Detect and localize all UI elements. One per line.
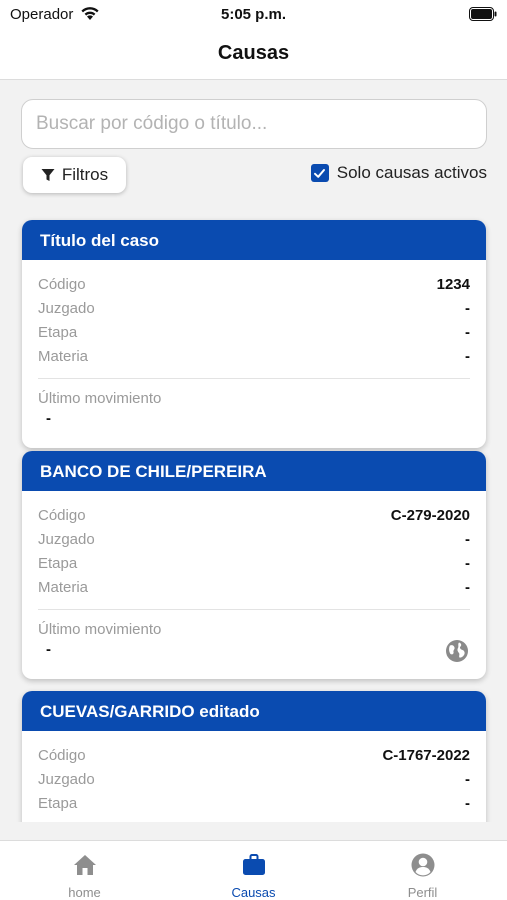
field-row-juzgado: Juzgado - [38,296,470,320]
juzgado-value: - [465,299,470,317]
divider [38,378,470,379]
filters-button[interactable]: Filtros [23,157,126,193]
codigo-label: Código [38,506,86,524]
codigo-value: C-279-2020 [390,506,470,524]
field-row-juzgado: Juzgado - [38,527,470,551]
account-circle-icon [411,853,435,877]
materia-label: Materia [38,578,89,596]
etapa-label: Etapa [38,554,78,572]
etapa-label: Etapa [38,323,78,341]
case-list[interactable]: Título del caso Código 1234 Juzgado - Et… [0,210,507,822]
field-row-materia: Materia - [38,344,470,368]
search-box[interactable] [21,99,487,149]
tab-bar: home Causas Perfil [0,840,507,900]
case-title: CUEVAS/GARRIDO editado [22,691,486,731]
status-time: 5:05 p.m. [220,6,287,23]
search-input[interactable] [36,100,476,148]
tab-perfil-label: Perfil [407,885,438,900]
codigo-value: C-1767-2022 [382,746,470,764]
case-card[interactable]: Título del caso Código 1234 Juzgado - Et… [22,220,486,448]
juzgado-value: - [465,770,470,788]
case-title: BANCO DE CHILE/PEREIRA [22,451,486,491]
last-movement-label: Último movimiento [38,621,162,638]
home-icon [74,855,96,875]
last-movement-value: - [46,641,51,658]
case-title: Título del caso [22,220,486,260]
juzgado-label: Juzgado [38,530,95,548]
juzgado-label: Juzgado [38,299,95,317]
etapa-value: - [465,323,470,341]
case-card[interactable]: CUEVAS/GARRIDO editado Código C-1767-202… [22,691,486,822]
field-row-etapa: Etapa - [38,551,470,575]
last-movement-value: - [46,410,51,427]
field-row-etapa: Etapa - [38,791,470,815]
etapa-value: - [465,554,470,572]
checkmark-icon [314,168,326,178]
tab-causas-label: Causas [231,885,276,900]
case-card[interactable]: BANCO DE CHILE/PEREIRA Código C-279-2020… [22,451,486,679]
tab-perfil[interactable]: Perfil [338,841,507,900]
field-row-codigo: Código C-1767-2022 [38,743,470,767]
field-row-materia: Materia - [38,575,470,599]
page-title: Causas [217,42,290,64]
active-only-label: Solo causas activos [336,163,487,182]
materia-value: - [465,347,470,365]
juzgado-label: Juzgado [38,770,95,788]
field-row-codigo: Código 1234 [38,272,470,296]
briefcase-icon [243,854,265,875]
etapa-label: Etapa [38,794,78,812]
active-only-checkbox[interactable] [310,164,329,182]
globe-icon[interactable] [445,639,469,663]
navigation-bar: Causas [0,30,507,80]
filters-label: Filtros [61,165,109,184]
tab-causas[interactable]: Causas [169,841,338,900]
juzgado-value: - [465,530,470,548]
filter-icon [41,169,55,181]
status-bar: Operador 5:05 p.m. [0,0,507,30]
tab-home[interactable]: home [0,841,169,900]
materia-value: - [465,578,470,596]
field-row-codigo: Código C-279-2020 [38,503,470,527]
field-row-etapa: Etapa - [38,320,470,344]
codigo-label: Código [38,746,86,764]
battery-icon [469,7,497,21]
last-movement-label: Último movimiento [38,390,162,407]
etapa-value: - [465,794,470,812]
divider [38,609,470,610]
field-row-juzgado: Juzgado - [38,767,470,791]
tab-home-label: home [68,885,101,900]
active-only-toggle[interactable]: Solo causas activos [310,163,487,183]
codigo-value: 1234 [436,275,470,293]
codigo-label: Código [38,275,86,293]
materia-label: Materia [38,347,89,365]
